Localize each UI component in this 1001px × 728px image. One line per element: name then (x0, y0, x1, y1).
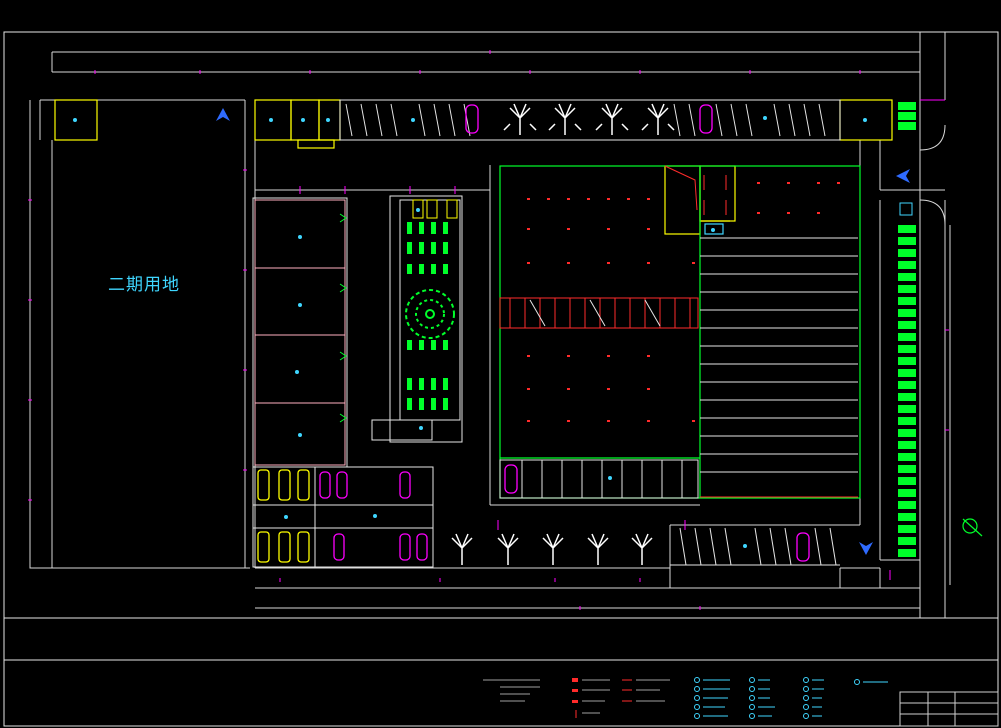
corridor-diagonals (529, 299, 661, 327)
yellow-cars (257, 469, 310, 563)
parking-markers (284, 514, 747, 548)
title-block (899, 691, 999, 727)
bottom-angled-parking (670, 527, 840, 566)
magenta-cars (319, 104, 810, 562)
south-parking (499, 459, 699, 499)
tree-icon (451, 103, 675, 565)
red-corridor (499, 165, 858, 498)
gate-post (899, 202, 913, 216)
dimension-ticks (28, 50, 949, 610)
left-building-markers (295, 235, 302, 437)
site-plan-drawing (3, 31, 999, 727)
main-building-columns (527, 182, 840, 422)
drawing-frame (3, 31, 999, 727)
site-boundary (29, 32, 951, 618)
gatehouses (54, 99, 893, 235)
garden-marker (416, 208, 420, 212)
garden-circle (405, 289, 455, 339)
garden-marker-bottom (419, 426, 423, 430)
shrub-icon (898, 102, 916, 557)
right-parking-bays (700, 237, 858, 473)
south-parking-marker (608, 476, 612, 480)
main-building (499, 165, 861, 499)
legend-block (483, 677, 888, 719)
bottom-left-parking (252, 466, 434, 568)
left-building-block (254, 199, 346, 466)
north-arrow-icon (962, 518, 983, 537)
